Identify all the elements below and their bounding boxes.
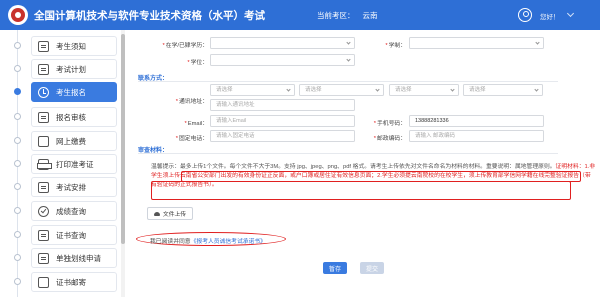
- postcode-input[interactable]: 请输入 邮政编码: [409, 130, 544, 142]
- upload-cloud-icon: [153, 211, 160, 216]
- sidebar-item-certificate[interactable]: 证书查询: [31, 225, 117, 245]
- check-circle-icon: [38, 205, 49, 217]
- payment-icon: [38, 135, 49, 147]
- region-label: 当前考区：: [317, 11, 355, 20]
- top-header: 全国计算机技术与软件专业技术资格（水平）考试 当前考区： 云南 您好！: [0, 0, 600, 30]
- file-upload-button[interactable]: 文件上传: [147, 207, 193, 220]
- review-icon: [38, 111, 49, 123]
- degree2-select[interactable]: [210, 54, 355, 66]
- degree-select[interactable]: [409, 37, 544, 49]
- sidebar-item-registration[interactable]: 考生报名: [31, 82, 117, 102]
- address-input[interactable]: 请输入通讯地址: [210, 99, 355, 111]
- degree-label: *学制：: [385, 43, 406, 49]
- sidebar-item-review[interactable]: 报名审核: [31, 107, 117, 127]
- email-input[interactable]: 请输入Email: [210, 115, 355, 127]
- step-dot: [14, 113, 21, 120]
- form-icon: [38, 252, 49, 264]
- save-button[interactable]: 暂存: [323, 262, 347, 274]
- logo-icon: [8, 5, 28, 25]
- degree2-label: *学位：: [187, 60, 208, 66]
- phone-label: *手机号码：: [373, 121, 406, 127]
- highlight-box-2: [151, 181, 571, 200]
- printer-icon: [37, 158, 52, 170]
- landline-label: *固定电话：: [175, 136, 208, 142]
- schedule-icon: [38, 181, 49, 193]
- certificate-icon: [38, 229, 49, 241]
- province-select[interactable]: 请选择: [210, 84, 295, 96]
- sidebar-item-label: 证书查询: [56, 230, 86, 240]
- sidebar-item-label: 成绩查询: [56, 206, 86, 216]
- section-divider: [138, 81, 558, 82]
- user-icon[interactable]: [518, 8, 532, 22]
- sidebar-item-label: 网上缴费: [56, 136, 86, 146]
- notice-text: 温馨提示：最多上传1个文件。每个文件不大于3M。支持 jpg、jpeg、png、…: [151, 164, 556, 170]
- agree-statement: 我已阅读并同意《报考人员诚信考试承诺书》: [150, 236, 266, 245]
- sidebar-item-label: 报名审核: [56, 112, 86, 122]
- current-region: 当前考区： 云南: [317, 10, 378, 21]
- section-divider: [138, 153, 558, 154]
- sidebar-item-schedule[interactable]: 考试安排: [31, 177, 117, 197]
- phone-input[interactable]: 13888281336: [409, 115, 544, 127]
- step-dot: [14, 254, 21, 261]
- district-select[interactable]: 请选择: [389, 84, 459, 96]
- calendar-icon: [38, 63, 49, 75]
- sidebar-item-score[interactable]: 成绩查询: [31, 201, 117, 221]
- agree-link[interactable]: 《报考人员诚信考试承诺书》: [191, 239, 266, 245]
- document-icon: [38, 40, 49, 52]
- sidebar-item-plan[interactable]: 考试计划: [31, 59, 117, 79]
- step-dot-active: [14, 88, 21, 95]
- sidebar-item-label: 单独划线申请: [56, 253, 101, 263]
- app-title: 全国计算机技术与软件专业技术资格（水平）考试: [34, 10, 265, 22]
- mail-icon: [38, 276, 49, 288]
- sidebar-item-label: 考生报名: [56, 87, 86, 97]
- step-dot: [14, 137, 21, 144]
- postcode-label: *邮政编码：: [373, 136, 406, 142]
- sidebar-item-cutoff[interactable]: 单独划线申请: [31, 248, 117, 268]
- agree-text: 我已阅读并同意: [150, 239, 191, 245]
- sidebar-item-label: 证书邮寄: [56, 277, 86, 287]
- sidebar-scrollbar-thumb[interactable]: [121, 34, 125, 244]
- sidebar-item-label: 考生须知: [56, 41, 86, 51]
- submit-button[interactable]: 提交: [360, 262, 384, 274]
- sidebar-item-label: 考试计划: [56, 64, 86, 74]
- username[interactable]: 您好！: [540, 11, 560, 21]
- landline-input[interactable]: 请输入固定电话: [210, 130, 355, 142]
- step-dot: [14, 183, 21, 190]
- step-dot: [14, 160, 21, 167]
- step-dot: [14, 231, 21, 238]
- step-dot: [14, 42, 21, 49]
- chevron-down-icon[interactable]: [566, 9, 575, 18]
- school-select[interactable]: [210, 37, 355, 49]
- region-value: 云南: [362, 11, 378, 20]
- address-label: *通讯地址：: [175, 99, 208, 105]
- school-label: *在学/已肄学历：: [162, 43, 208, 49]
- sidebar-item-label: 考试安排: [56, 182, 86, 192]
- clock-icon: [38, 86, 49, 98]
- step-dot: [14, 65, 21, 72]
- sidebar-item-label: 打印准考证: [56, 159, 94, 169]
- step-dot: [14, 278, 21, 285]
- street-select[interactable]: 请选择: [463, 84, 543, 96]
- sidebar-item-admission[interactable]: 打印准考证: [31, 154, 117, 174]
- file-upload-label: 文件上传: [162, 212, 187, 218]
- email-label: *Email：: [184, 121, 208, 127]
- step-dot: [14, 207, 21, 214]
- sidebar-item-mail[interactable]: 证书邮寄: [31, 272, 117, 292]
- sidebar-item-payment[interactable]: 网上缴费: [31, 131, 117, 151]
- sidebar-item-notice[interactable]: 考生须知: [31, 36, 117, 56]
- city-select[interactable]: 请选择: [299, 84, 384, 96]
